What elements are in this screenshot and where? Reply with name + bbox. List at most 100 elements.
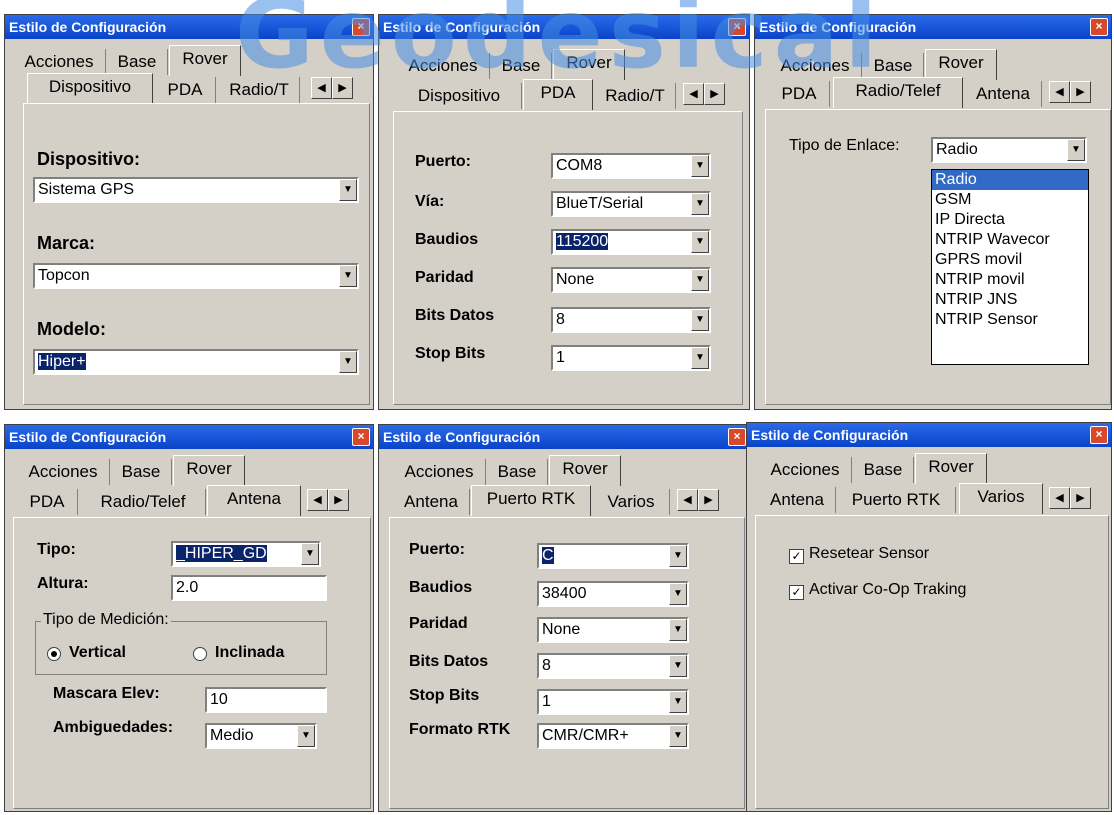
baudios-select[interactable]: 38400 ▼ [537, 581, 689, 607]
baudios-select[interactable]: 115200 ▼ [551, 229, 711, 255]
subtab-varios[interactable]: Varios [959, 483, 1043, 514]
scroll-left-icon[interactable]: ◀ [677, 489, 698, 511]
stop-bits-select[interactable]: 1 ▼ [537, 689, 689, 715]
chevron-down-icon[interactable]: ▼ [297, 725, 315, 747]
chevron-down-icon[interactable]: ▼ [1067, 139, 1085, 161]
chevron-down-icon[interactable]: ▼ [691, 309, 709, 331]
tab-rover[interactable]: Rover [549, 455, 621, 486]
list-item[interactable]: NTRIP JNS [932, 290, 1088, 310]
title-bar: Estilo de Configuración × [747, 423, 1111, 447]
tab-acciones[interactable]: Acciones [13, 49, 106, 75]
tab-base[interactable]: Base [111, 459, 172, 485]
scroll-left-icon[interactable]: ◀ [1049, 487, 1070, 509]
tipo-select[interactable]: _HIPER_GD ▼ [171, 541, 321, 567]
paridad-select[interactable]: None ▼ [551, 267, 711, 293]
bits-datos-value: 8 [556, 311, 565, 328]
list-item[interactable]: Radio [932, 170, 1088, 190]
chevron-down-icon[interactable]: ▼ [669, 725, 687, 747]
altura-value: 2.0 [176, 579, 199, 596]
subtab-puerto-rtk[interactable]: Puerto RTK [471, 485, 591, 516]
modelo-value: Hiper+ [38, 353, 86, 370]
window-title: Estilo de Configuración [9, 19, 167, 35]
subtab-pda[interactable]: PDA [155, 77, 216, 103]
chevron-down-icon[interactable]: ▼ [691, 269, 709, 291]
list-item[interactable]: GSM [932, 190, 1088, 210]
modelo-select[interactable]: Hiper+ ▼ [33, 349, 359, 375]
close-icon[interactable]: × [1090, 426, 1108, 444]
scroll-left-icon[interactable]: ◀ [1049, 81, 1070, 103]
scroll-right-icon[interactable]: ▶ [1070, 487, 1091, 509]
ambiguedades-value: Medio [210, 727, 254, 744]
ambiguedades-select[interactable]: Medio ▼ [205, 723, 317, 749]
subtab-puerto-rtk[interactable]: Puerto RTK [837, 487, 956, 513]
chevron-down-icon[interactable]: ▼ [691, 231, 709, 253]
resetear-sensor-checkbox[interactable]: ✓ [789, 549, 804, 564]
chevron-down-icon[interactable]: ▼ [669, 619, 687, 641]
list-item[interactable]: NTRIP Sensor [932, 310, 1088, 330]
puerto-value: COM8 [556, 157, 603, 174]
puerto-select[interactable]: COM8 ▼ [551, 153, 711, 179]
formato-rtk-label: Formato RTK [409, 721, 511, 738]
mascara-elev-input[interactable]: 10 [205, 687, 327, 713]
chevron-down-icon[interactable]: ▼ [339, 179, 357, 201]
list-item[interactable]: NTRIP Wavecor [932, 230, 1088, 250]
subtab-dispositivo[interactable]: Dispositivo [27, 73, 153, 104]
chevron-down-icon[interactable]: ▼ [691, 155, 709, 177]
activar-coop-label: Activar Co-Op Traking [809, 581, 967, 598]
close-icon[interactable]: × [728, 428, 746, 446]
bits-datos-select[interactable]: 8 ▼ [551, 307, 711, 333]
list-item[interactable]: IP Directa [932, 210, 1088, 230]
stop-bits-select[interactable]: 1 ▼ [551, 345, 711, 371]
subtab-pda[interactable]: PDA [17, 489, 78, 515]
tab-acciones[interactable]: Acciones [17, 459, 110, 485]
chevron-down-icon[interactable]: ▼ [301, 543, 319, 565]
scroll-left-icon[interactable]: ◀ [307, 489, 328, 511]
subtab-antena[interactable]: Antena [207, 485, 301, 516]
tab-base[interactable]: Base [487, 459, 548, 485]
close-icon[interactable]: × [352, 428, 370, 446]
list-item[interactable]: NTRIP movil [932, 270, 1088, 290]
chevron-down-icon[interactable]: ▼ [669, 583, 687, 605]
scroll-right-icon[interactable]: ▶ [1070, 81, 1091, 103]
tab-rover[interactable]: Rover [169, 45, 241, 76]
chevron-down-icon[interactable]: ▼ [691, 193, 709, 215]
formato-rtk-select[interactable]: CMR/CMR+ ▼ [537, 723, 689, 749]
title-bar: Estilo de Configuración × [379, 425, 749, 449]
subtab-antena[interactable]: Antena [393, 489, 470, 515]
tab-base[interactable]: Base [107, 49, 168, 75]
stop-bits-value: 1 [556, 349, 565, 366]
inclinada-radio[interactable] [193, 647, 207, 661]
puerto-select[interactable]: C ▼ [537, 543, 689, 569]
chevron-down-icon[interactable]: ▼ [669, 545, 687, 567]
tab-acciones[interactable]: Acciones [393, 459, 486, 485]
scroll-right-icon[interactable]: ▶ [328, 489, 349, 511]
altura-input[interactable]: 2.0 [171, 575, 327, 601]
subtab-antena[interactable]: Antena [965, 81, 1042, 107]
tab-rover[interactable]: Rover [925, 49, 997, 80]
subtab-radio-telef[interactable]: Radio/Telef [81, 489, 206, 515]
tab-acciones[interactable]: Acciones [759, 457, 852, 483]
chevron-down-icon[interactable]: ▼ [669, 691, 687, 713]
chevron-down-icon[interactable]: ▼ [339, 265, 357, 287]
close-icon[interactable]: × [1090, 18, 1108, 36]
chevron-down-icon[interactable]: ▼ [339, 351, 357, 373]
chevron-down-icon[interactable]: ▼ [669, 655, 687, 677]
window-title: Estilo de Configuración [751, 427, 909, 443]
tipo-enlace-select[interactable]: Radio ▼ [931, 137, 1087, 163]
dispositivo-select[interactable]: Sistema GPS ▼ [33, 177, 359, 203]
activar-coop-checkbox[interactable]: ✓ [789, 585, 804, 600]
bits-datos-label: Bits Datos [415, 307, 495, 324]
scroll-right-icon[interactable]: ▶ [698, 489, 719, 511]
list-item[interactable]: GPRS movil [932, 250, 1088, 270]
subtab-antena[interactable]: Antena [759, 487, 836, 513]
subtab-varios[interactable]: Varios [593, 489, 670, 515]
via-select[interactable]: BlueT/Serial ▼ [551, 191, 711, 217]
chevron-down-icon[interactable]: ▼ [691, 347, 709, 369]
tab-rover[interactable]: Rover [915, 453, 987, 484]
marca-select[interactable]: Topcon ▼ [33, 263, 359, 289]
tab-rover[interactable]: Rover [173, 455, 245, 486]
bits-datos-select[interactable]: 8 ▼ [537, 653, 689, 679]
tab-base[interactable]: Base [853, 457, 914, 483]
vertical-radio[interactable] [47, 647, 61, 661]
paridad-select[interactable]: None ▼ [537, 617, 689, 643]
